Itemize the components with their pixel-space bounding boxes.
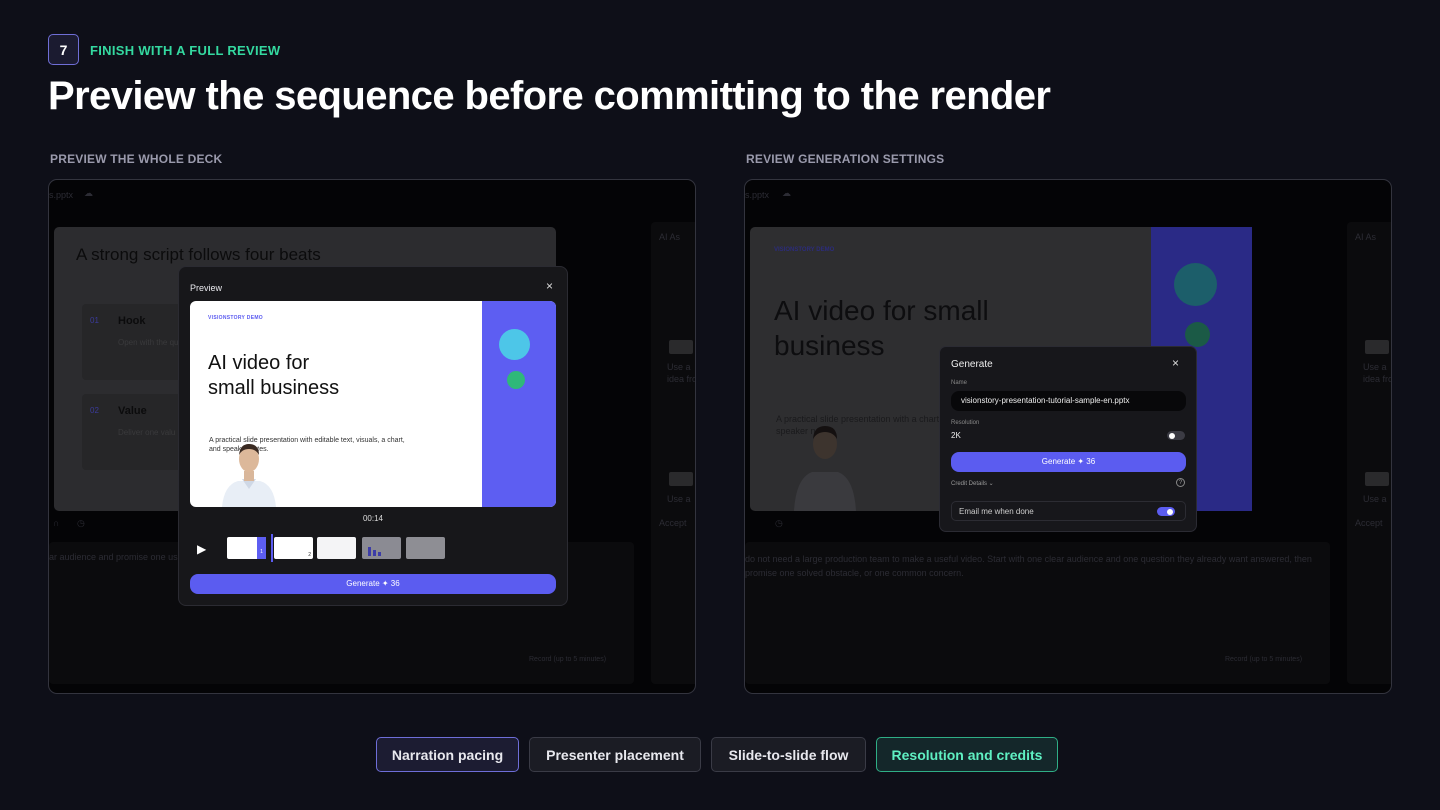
name-label: Name bbox=[951, 380, 968, 386]
generation-settings-screenshot: s.pptx ☁ VISIONSTORY DEMO AI video for s… bbox=[744, 179, 1392, 694]
script-text: ar audience and promise one use bbox=[49, 552, 183, 562]
timer-icon: ◷ bbox=[77, 518, 85, 528]
generate-button[interactable]: Generate ✦ 36 bbox=[190, 574, 556, 594]
slide-thumbnail[interactable] bbox=[406, 537, 445, 559]
ai-assistant-panel: AI As Use a idea fro Use a Accept bbox=[1347, 222, 1392, 684]
preview-modal: Preview × VISIONSTORY DEMO AI video for s… bbox=[178, 266, 568, 606]
cloud-icon: ☁ bbox=[782, 188, 791, 198]
help-icon[interactable]: ? bbox=[1176, 478, 1185, 487]
timer-icon: ◷ bbox=[775, 518, 783, 528]
slide-thumbnail[interactable] bbox=[362, 537, 401, 559]
close-icon[interactable]: × bbox=[546, 279, 553, 293]
record-hint: Record (up to 5 minutes) bbox=[529, 656, 607, 663]
script-text: do not need a large production team to m… bbox=[745, 554, 1312, 578]
pill-resolution-credits: Resolution and credits bbox=[876, 737, 1058, 772]
resolution-label: Resolution bbox=[951, 420, 980, 426]
beat-desc: Open with the qu bbox=[118, 338, 179, 347]
pill-narration-pacing: Narration pacing bbox=[376, 737, 519, 772]
headset-icon: ∩ bbox=[53, 518, 60, 528]
accent-circle bbox=[1174, 263, 1217, 306]
pill-presenter-placement: Presenter placement bbox=[529, 737, 701, 772]
thumb-bar bbox=[373, 550, 376, 556]
modal-title: Preview bbox=[190, 283, 223, 293]
dialog-title: Generate bbox=[951, 359, 993, 370]
slide-brand: VISIONSTORY DEMO bbox=[774, 247, 835, 253]
ai-assistant-panel: AI As Use a idea fro Use a Accept bbox=[651, 222, 696, 684]
close-icon[interactable]: × bbox=[1172, 356, 1179, 370]
slide-title: A strong script follows four beats bbox=[76, 245, 321, 264]
side-text: Use a bbox=[667, 362, 691, 372]
step-badge: 7 bbox=[48, 34, 79, 65]
badge bbox=[1365, 472, 1389, 486]
ai-assistant-label: AI As bbox=[659, 232, 681, 242]
thumb-badge: 2 bbox=[308, 552, 311, 558]
badge bbox=[669, 340, 693, 354]
side-text: idea fro bbox=[1363, 374, 1392, 384]
generate-button[interactable]: Generate ✦ 36 bbox=[951, 452, 1186, 472]
beat-number: 02 bbox=[90, 406, 99, 415]
cloud-icon: ☁ bbox=[84, 188, 93, 198]
left-section-label: PREVIEW THE WHOLE DECK bbox=[50, 152, 223, 166]
slide-preview: VISIONSTORY DEMO AI video for small busin… bbox=[190, 301, 556, 507]
accent-circle bbox=[499, 329, 530, 360]
right-section-label: REVIEW GENERATION SETTINGS bbox=[746, 152, 945, 166]
resolution-toggle[interactable] bbox=[1167, 431, 1185, 440]
slide-accent-stripe bbox=[482, 301, 556, 507]
email-toggle[interactable] bbox=[1157, 507, 1175, 516]
timestamp: 00:14 bbox=[362, 514, 384, 523]
preview-deck-screenshot: s.pptx ☁ A strong script follows four be… bbox=[48, 179, 696, 694]
beat-label: Hook bbox=[118, 315, 146, 327]
pill-slide-flow: Slide-to-slide flow bbox=[711, 737, 866, 772]
file-name: s.pptx bbox=[49, 190, 74, 200]
thumb-badge: 1 bbox=[257, 537, 266, 559]
presenter-avatar bbox=[794, 426, 856, 511]
slide-headline-line1: AI video for bbox=[208, 352, 310, 374]
playhead[interactable] bbox=[271, 534, 273, 562]
script-editor: do not need a large production team to m… bbox=[745, 542, 1330, 684]
eyebrow: FINISH WITH A FULL REVIEW bbox=[90, 43, 281, 58]
thumb-bar bbox=[368, 547, 371, 556]
slide-thumbnail[interactable]: 2 bbox=[274, 537, 313, 559]
side-text: Accept bbox=[659, 518, 687, 528]
resolution-value: 2K bbox=[951, 431, 961, 440]
badge bbox=[669, 472, 693, 486]
thumb-bar bbox=[378, 552, 381, 556]
beat-desc: Deliver one valu bbox=[118, 428, 176, 437]
slide-thumbnail[interactable]: 1 bbox=[227, 537, 266, 559]
play-icon[interactable]: ▶ bbox=[197, 542, 206, 556]
slide-headline-line2: small business bbox=[208, 377, 340, 399]
name-field[interactable]: visionstory-presentation-tutorial-sample… bbox=[951, 391, 1186, 411]
side-text: idea fro bbox=[667, 374, 696, 384]
generate-dialog: Generate × Name visionstory-presentation… bbox=[939, 346, 1197, 532]
file-name: s.pptx bbox=[745, 190, 770, 200]
badge bbox=[1365, 340, 1389, 354]
record-hint: Record (up to 5 minutes) bbox=[1225, 656, 1303, 663]
credit-details-toggle[interactable]: Credit Details ⌄ bbox=[951, 480, 994, 487]
side-text: Use a bbox=[667, 494, 691, 504]
side-text: Use a bbox=[1363, 362, 1387, 372]
beat-number: 01 bbox=[90, 316, 99, 325]
email-label: Email me when done bbox=[959, 507, 1034, 516]
page-title: Preview the sequence before committing t… bbox=[48, 74, 1051, 118]
slide-thumbnail[interactable] bbox=[317, 537, 356, 559]
accent-circle bbox=[507, 371, 525, 389]
slide-brand: VISIONSTORY DEMO bbox=[208, 315, 263, 321]
presenter-avatar bbox=[222, 444, 276, 507]
side-text: Use a bbox=[1363, 494, 1387, 504]
ai-assistant-label: AI As bbox=[1355, 232, 1377, 242]
side-text: Accept bbox=[1355, 518, 1383, 528]
email-setting: Email me when done bbox=[951, 501, 1186, 521]
slide-headline: AI video for small business bbox=[208, 351, 408, 401]
accent-circle bbox=[1185, 322, 1210, 347]
beat-label: Value bbox=[118, 405, 147, 417]
